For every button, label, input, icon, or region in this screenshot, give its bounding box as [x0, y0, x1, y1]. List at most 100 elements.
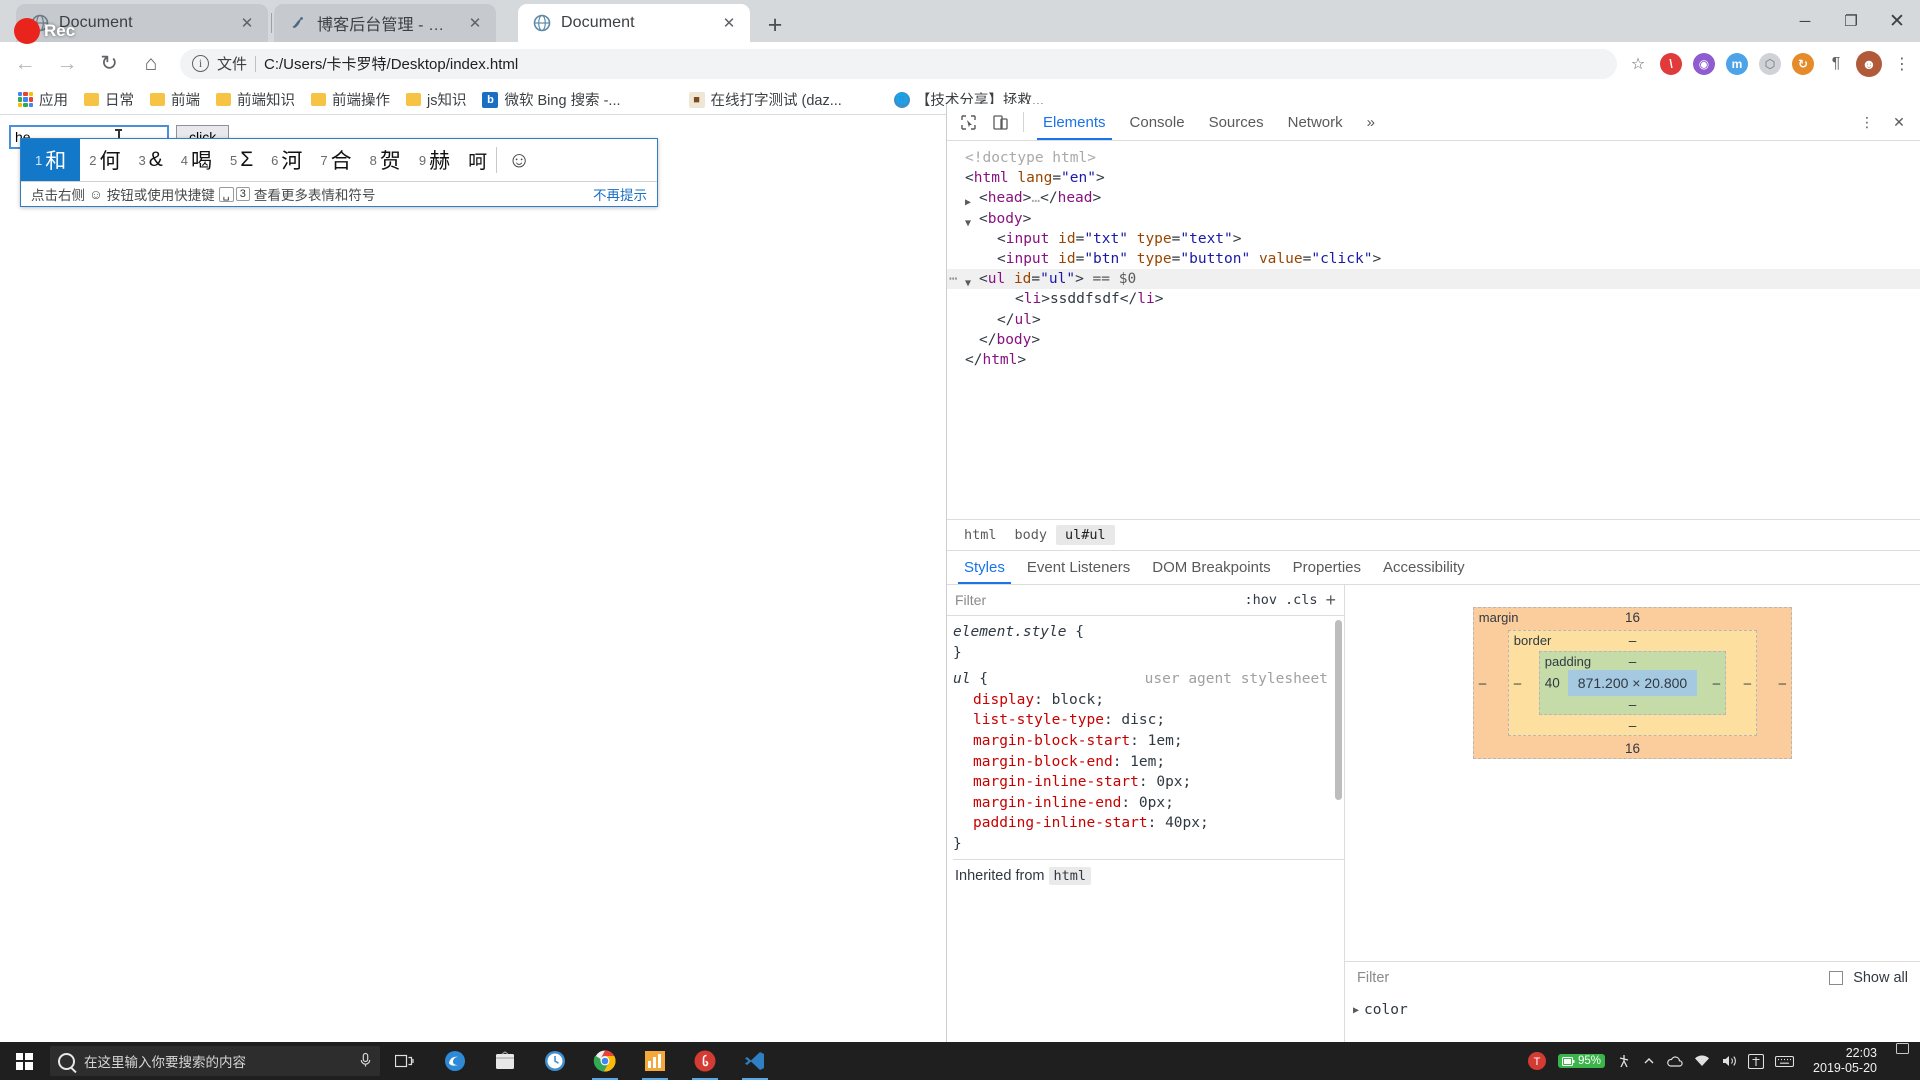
more-tabs-button[interactable]: » — [1356, 104, 1386, 140]
tab-close-icon[interactable]: ✕ — [236, 12, 258, 34]
box-model-border[interactable]: border – – – – padding – – 40 – 871.200 … — [1507, 630, 1758, 736]
emoji-button[interactable]: ☺ — [497, 139, 541, 181]
dom-node[interactable]: <html lang="en"> — [947, 168, 1920, 188]
breadcrumb-html[interactable]: html — [955, 525, 1006, 545]
taskbar-app-vscode[interactable] — [730, 1042, 780, 1080]
onedrive-icon[interactable] — [1666, 1055, 1683, 1068]
ime-candidate-5[interactable]: 5 Σ — [221, 139, 262, 181]
taskbar-search-box[interactable]: 在这里输入你要搜索的内容 — [50, 1046, 380, 1076]
dom-node[interactable]: </html> — [947, 350, 1920, 370]
computed-filter-input[interactable]: Filter — [1357, 970, 1819, 986]
box-model-padding-left[interactable]: 40 — [1545, 676, 1560, 691]
bookmark-folder-3[interactable]: 前端知识 — [208, 87, 303, 113]
box-model-border-right[interactable]: – — [1744, 676, 1752, 691]
dom-node[interactable]: </ul> — [947, 310, 1920, 330]
show-all-checkbox[interactable] — [1829, 971, 1844, 985]
bookmark-folder-4[interactable]: 前端操作 — [303, 87, 398, 113]
box-model-padding-bottom[interactable]: – — [1629, 697, 1637, 712]
accessibility-icon[interactable] — [1616, 1053, 1632, 1069]
dom-node-selected[interactable]: ⋯ ▼ <ul id="ul"> == $0 — [947, 269, 1920, 290]
extension-orange-icon[interactable]: ↻ — [1788, 49, 1818, 79]
dom-node[interactable]: </body> — [947, 330, 1920, 350]
dom-node[interactable]: ▼ <body> — [947, 209, 1920, 229]
new-tab-button[interactable]: + — [760, 10, 790, 40]
box-model-border-bottom[interactable]: – — [1629, 718, 1637, 733]
bookmark-star-icon[interactable]: ☆ — [1623, 49, 1653, 79]
taskbar-app-store[interactable] — [480, 1042, 530, 1080]
expand-triangle-icon[interactable]: ▶ — [1353, 1005, 1359, 1016]
ime-candidate-6[interactable]: 6 河 — [262, 139, 311, 181]
tab-elements[interactable]: Elements — [1032, 104, 1117, 140]
breadcrumb-ul[interactable]: ul#ul — [1056, 525, 1115, 545]
tab-event-listeners[interactable]: Event Listeners — [1016, 551, 1141, 584]
bookmark-folder-2[interactable]: 前端 — [142, 87, 208, 113]
adblock-icon[interactable]: \ — [1656, 49, 1686, 79]
css-declaration[interactable]: display: block; — [953, 690, 1344, 711]
taskbar-app-clock[interactable] — [530, 1042, 580, 1080]
home-button[interactable]: ⌂ — [134, 47, 168, 81]
taskbar-clock[interactable]: 22:03 2019-05-20 — [1805, 1046, 1885, 1076]
thunder-icon[interactable]: T — [1527, 1051, 1547, 1071]
page-info-icon[interactable]: i — [192, 55, 209, 72]
ime-candidate-4[interactable]: 4 喝 — [172, 139, 221, 181]
box-model-margin-top[interactable]: 16 — [1625, 610, 1640, 625]
css-declaration[interactable]: margin-inline-end: 0px; — [953, 793, 1344, 814]
taskbar-app-chart[interactable] — [630, 1042, 680, 1080]
browser-tab-2[interactable]: 博客后台管理 - 博客园 ✕ — [274, 4, 496, 42]
tab-properties[interactable]: Properties — [1282, 551, 1372, 584]
tab-accessibility[interactable]: Accessibility — [1372, 551, 1476, 584]
box-model-padding[interactable]: padding – – 40 – 871.200 × 20.800 — [1538, 651, 1727, 715]
ime-candidate-1[interactable]: 1 和 — [21, 139, 81, 182]
back-button[interactable]: ← — [8, 47, 42, 81]
overflow-dots-icon[interactable]: ⋯ — [949, 269, 958, 289]
box-model-padding-top[interactable]: – — [1629, 654, 1637, 669]
bookmark-apps[interactable]: 应用 — [10, 87, 76, 113]
box-model-padding-right[interactable]: – — [1713, 676, 1721, 691]
box-model-margin[interactable]: margin 16 16 – – border – – – – padding … — [1472, 607, 1793, 759]
ime-candidate-2[interactable]: 2 何 — [80, 139, 129, 181]
extension-blue-icon[interactable]: m — [1722, 49, 1752, 79]
dom-node[interactable]: <!doctype html> — [947, 148, 1920, 168]
styles-scrollbar[interactable] — [1335, 620, 1342, 800]
css-declaration[interactable]: margin-block-end: 1em; — [953, 752, 1344, 773]
box-model-content-size[interactable]: 871.200 × 20.800 — [1567, 670, 1698, 696]
address-bar[interactable]: i 文件 C:/Users/卡卡罗特/Desktop/index.html — [180, 48, 1617, 79]
css-rule-header[interactable]: ul {user agent stylesheet — [953, 669, 1344, 690]
browser-menu-button[interactable]: ⋮ — [1887, 49, 1917, 79]
computed-property-group[interactable]: ▶ color — [1345, 998, 1920, 1022]
devtools-close-button[interactable]: ✕ — [1884, 107, 1914, 137]
tab-dom-breakpoints[interactable]: DOM Breakpoints — [1141, 551, 1281, 584]
maximize-button[interactable]: ❐ — [1828, 0, 1874, 42]
dom-tree[interactable]: <!doctype html> <html lang="en"> ▶ <head>… — [947, 141, 1920, 519]
forward-button[interactable]: → — [50, 47, 84, 81]
search-input[interactable]: 在这里输入你要搜索的内容 — [84, 1051, 350, 1071]
hov-toggle[interactable]: :hov — [1244, 592, 1277, 608]
dom-node[interactable]: ▶ <head>…</head> — [947, 188, 1920, 208]
cls-toggle[interactable]: .cls — [1285, 592, 1318, 608]
dom-node[interactable]: <input id="btn" type="button" value="cli… — [947, 249, 1920, 269]
start-button[interactable] — [0, 1042, 48, 1080]
new-style-rule-button[interactable]: + — [1325, 590, 1336, 611]
inherited-from-value[interactable]: html — [1048, 866, 1092, 885]
reload-button[interactable]: ↻ — [92, 47, 126, 81]
ime-candidate-3[interactable]: 3 & — [129, 139, 171, 181]
ime-language-icon[interactable] — [1748, 1053, 1765, 1069]
box-model-margin-right[interactable]: – — [1779, 676, 1787, 691]
tab-styles[interactable]: Styles — [953, 551, 1016, 584]
taskbar-app-netease-music[interactable] — [680, 1042, 730, 1080]
bookmark-folder-1[interactable]: 日常 — [76, 87, 142, 113]
extension-purple-icon[interactable]: ◉ — [1689, 49, 1719, 79]
notification-center-button[interactable] — [1896, 1042, 1910, 1080]
wifi-icon[interactable] — [1694, 1055, 1710, 1068]
css-declaration[interactable]: margin-block-start: 1em; — [953, 731, 1344, 752]
css-declaration[interactable]: margin-inline-start: 0px; — [953, 772, 1344, 793]
taskbar-app-edge[interactable] — [430, 1042, 480, 1080]
battery-icon[interactable]: 95% — [1558, 1054, 1606, 1068]
microphone-icon[interactable] — [359, 1052, 372, 1071]
avatar[interactable]: ☻ — [1854, 49, 1884, 79]
tab-console[interactable]: Console — [1119, 104, 1196, 140]
inspect-element-icon[interactable] — [953, 107, 983, 137]
ime-candidate-8[interactable]: 8 贺 — [361, 139, 410, 181]
ime-candidate-9[interactable]: 9 赫 — [410, 139, 459, 181]
tab-network[interactable]: Network — [1277, 104, 1354, 140]
